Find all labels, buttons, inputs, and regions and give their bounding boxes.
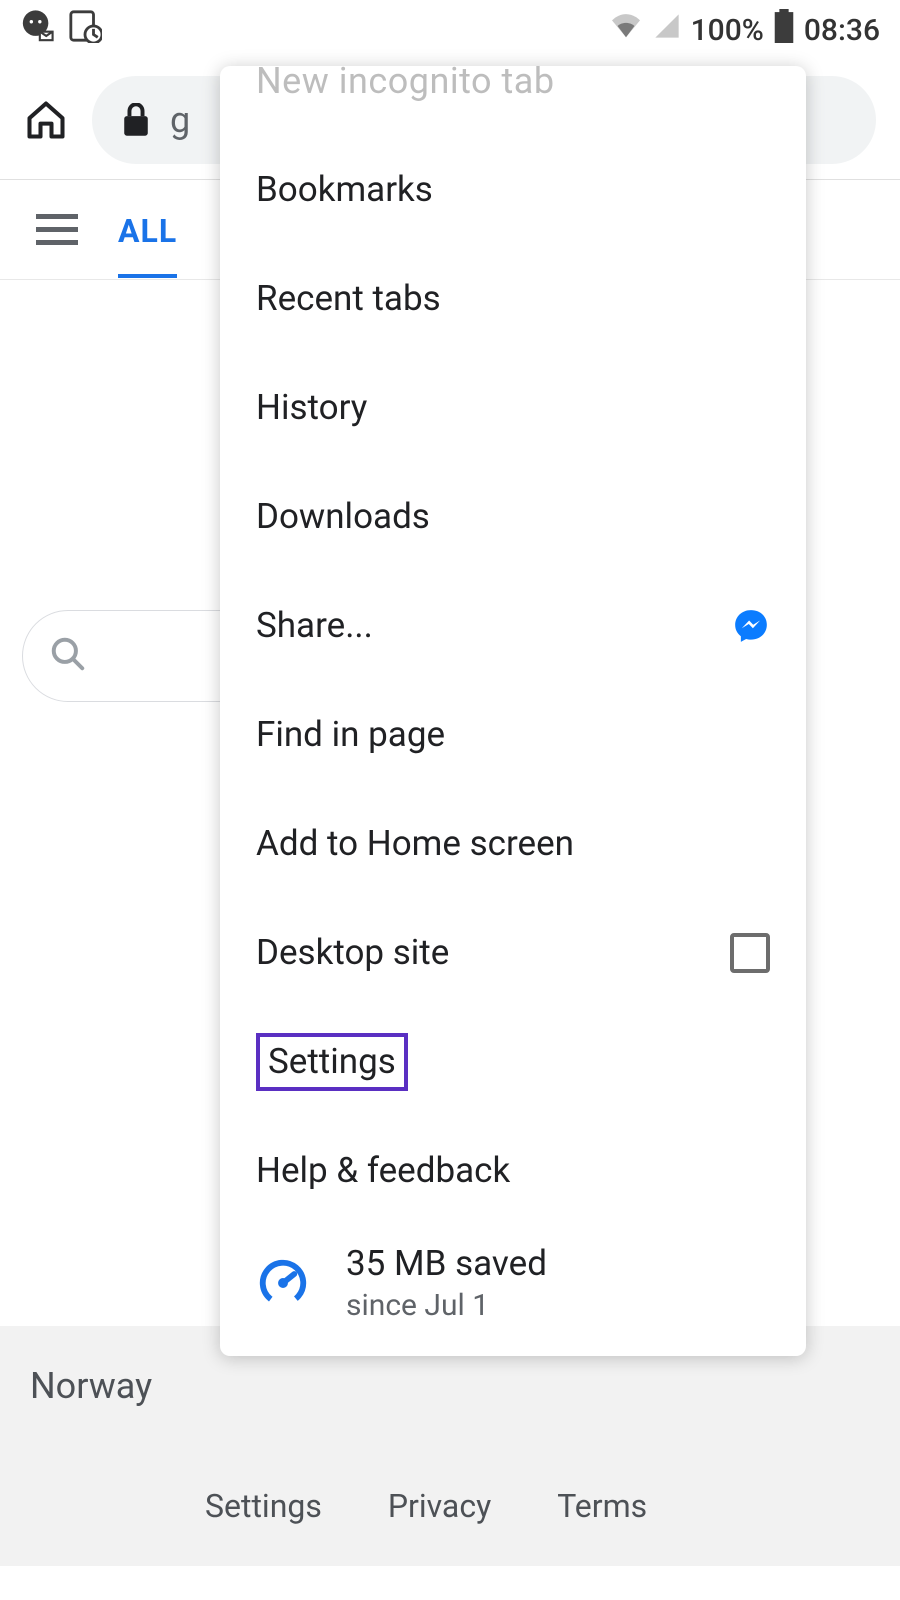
lock-icon [122,103,150,137]
hamburger-icon[interactable] [36,214,78,245]
menu-label: Help & feedback [256,1150,510,1191]
footer-privacy[interactable]: Privacy [388,1487,491,1525]
url-text: g [170,99,190,141]
search-icon [49,635,87,677]
location-text: Norway [30,1365,152,1407]
menu-label: Add to Home screen [256,823,574,864]
menu-item-settings[interactable]: Settings [220,1007,806,1116]
home-icon[interactable] [24,98,68,142]
menu-label: Downloads [256,496,430,537]
signal-icon [653,12,681,48]
gauge-icon [256,1256,310,1310]
menu-label: Bookmarks [256,169,433,210]
menu-item-history[interactable]: History [220,353,806,462]
menu-item-help[interactable]: Help & feedback [220,1116,806,1225]
menu-label: Find in page [256,714,445,755]
menu-item-desktop-site[interactable]: Desktop site [220,898,806,1007]
menu-label: Share... [256,605,373,646]
menu-item-share[interactable]: Share... [220,571,806,680]
menu-label: New incognito tab [256,66,555,102]
menu-item-add-home[interactable]: Add to Home screen [220,789,806,898]
messenger-icon [732,607,770,645]
overflow-menu: New incognito tab Bookmarks Recent tabs … [220,66,806,1356]
chat-icon [20,9,54,51]
desktop-site-checkbox[interactable] [730,933,770,973]
menu-item-bookmarks[interactable]: Bookmarks [220,135,806,244]
wifi-icon [609,12,643,48]
footer-links: Settings Privacy Terms [0,1446,900,1566]
footer-settings[interactable]: Settings [205,1487,322,1525]
battery-percent: 100% [691,13,764,48]
data-saved-text: 35 MB saved [346,1243,547,1284]
menu-label: Settings [256,1033,408,1091]
menu-item-recent-tabs[interactable]: Recent tabs [220,244,806,353]
menu-item-new-incognito[interactable]: New incognito tab [220,66,806,135]
menu-label: Desktop site [256,932,449,973]
menu-item-data-saver[interactable]: 35 MB saved since Jul 1 [220,1225,806,1353]
menu-item-downloads[interactable]: Downloads [220,462,806,571]
menu-label: Recent tabs [256,278,441,319]
status-bar: 100% 08:36 [0,0,900,60]
menu-label: History [256,387,367,428]
clock-time: 08:36 [804,13,880,48]
data-since-text: since Jul 1 [346,1288,547,1323]
footer-terms[interactable]: Terms [557,1487,647,1525]
sync-icon [68,9,102,51]
tab-all[interactable]: ALL [118,182,177,278]
menu-item-find-in-page[interactable]: Find in page [220,680,806,789]
battery-icon [774,9,794,51]
